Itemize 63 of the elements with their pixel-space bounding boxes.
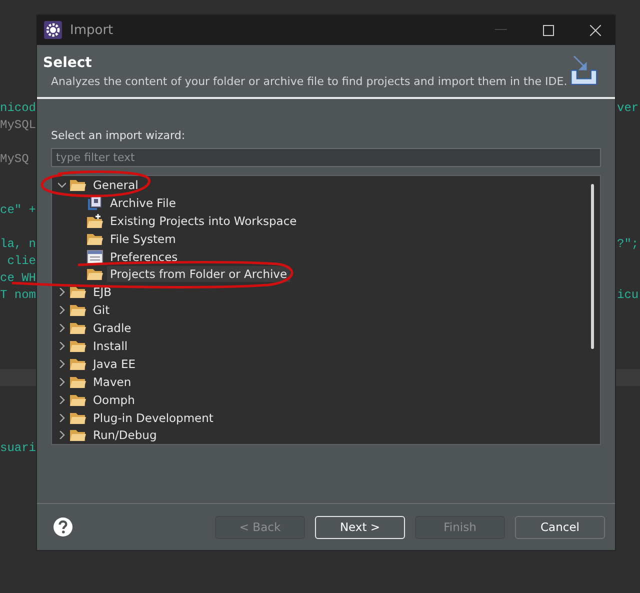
folder-icon [70,303,86,318]
close-icon[interactable] [590,24,601,36]
code-text: ver [617,100,639,117]
tree-item[interactable]: Archive File [107,194,179,211]
tree-item[interactable]: File System [107,230,179,247]
window-title: Import [70,22,114,38]
expand-chevron-icon[interactable] [58,306,66,314]
tree-item[interactable]: Projects from Folder or Archive [107,266,290,282]
code-text: la, n [0,236,36,253]
tree-item[interactable]: Git [90,302,113,318]
tree-item[interactable]: Gradle [90,320,134,336]
wizard-label: Select an import wizard: [51,129,186,142]
expand-chevron-icon[interactable] [58,378,66,386]
tree-item[interactable]: Run/Debug [90,427,160,444]
tree-item[interactable]: EJB [90,284,115,300]
folder-plus-icon [87,214,103,228]
folder-icon [70,392,86,407]
tree-item[interactable]: Preferences [107,248,181,264]
expand-chevron-icon[interactable] [58,396,66,404]
folder-icon [70,356,86,371]
folder-icon [87,232,103,246]
tree-item[interactable]: Install [90,338,131,354]
maximize-icon[interactable] [543,24,554,36]
code-text: ce" + [0,202,36,219]
folder-icon [70,178,86,192]
page-description: Analyzes the content of your folder or archive file to find projects and import them in the IDE. [50,74,568,88]
code-text: icu [617,287,639,304]
list-window-icon [87,250,103,264]
page-title: Select [43,54,93,70]
dialog-button[interactable]: Cancel [515,516,605,538]
tree-item[interactable]: Existing Projects into Workspace [107,212,300,229]
expand-chevron-icon[interactable] [58,431,66,440]
folder-icon [70,374,86,389]
archive-icon [87,194,103,211]
folder-icon [70,410,86,425]
help-icon[interactable] [53,517,73,537]
code-text: nicod [0,100,36,117]
code-text: suari [0,440,36,457]
dialog-button[interactable]: Next > [315,516,405,538]
tree-item[interactable]: Plug-in Development [90,410,216,426]
tree-item[interactable]: General [90,176,142,193]
folder-icon [70,428,86,442]
collapse-chevron-icon[interactable] [58,180,66,189]
tree-item[interactable]: Maven [90,374,134,390]
folder-icon [87,267,103,282]
app-icon [44,21,62,39]
folder-icon [70,338,86,353]
expand-chevron-icon[interactable] [58,414,66,422]
expand-chevron-icon[interactable] [58,288,66,296]
folder-icon [70,285,86,300]
code-text: ce WH [0,270,36,287]
filter-field[interactable]: type filter text [51,148,601,167]
code-text: ?"; [617,236,639,253]
code-text: T nom [0,287,36,304]
tree-item[interactable]: Java EE [90,356,138,372]
code-text: MySQ [0,151,29,168]
tree-item[interactable]: Oomph [90,392,138,408]
folder-icon [70,321,86,336]
code-text: MySQL [0,117,36,134]
expand-chevron-icon[interactable] [58,324,66,332]
expand-chevron-icon[interactable] [58,360,66,368]
code-text: clie [6,253,36,270]
expand-chevron-icon[interactable] [58,342,66,350]
